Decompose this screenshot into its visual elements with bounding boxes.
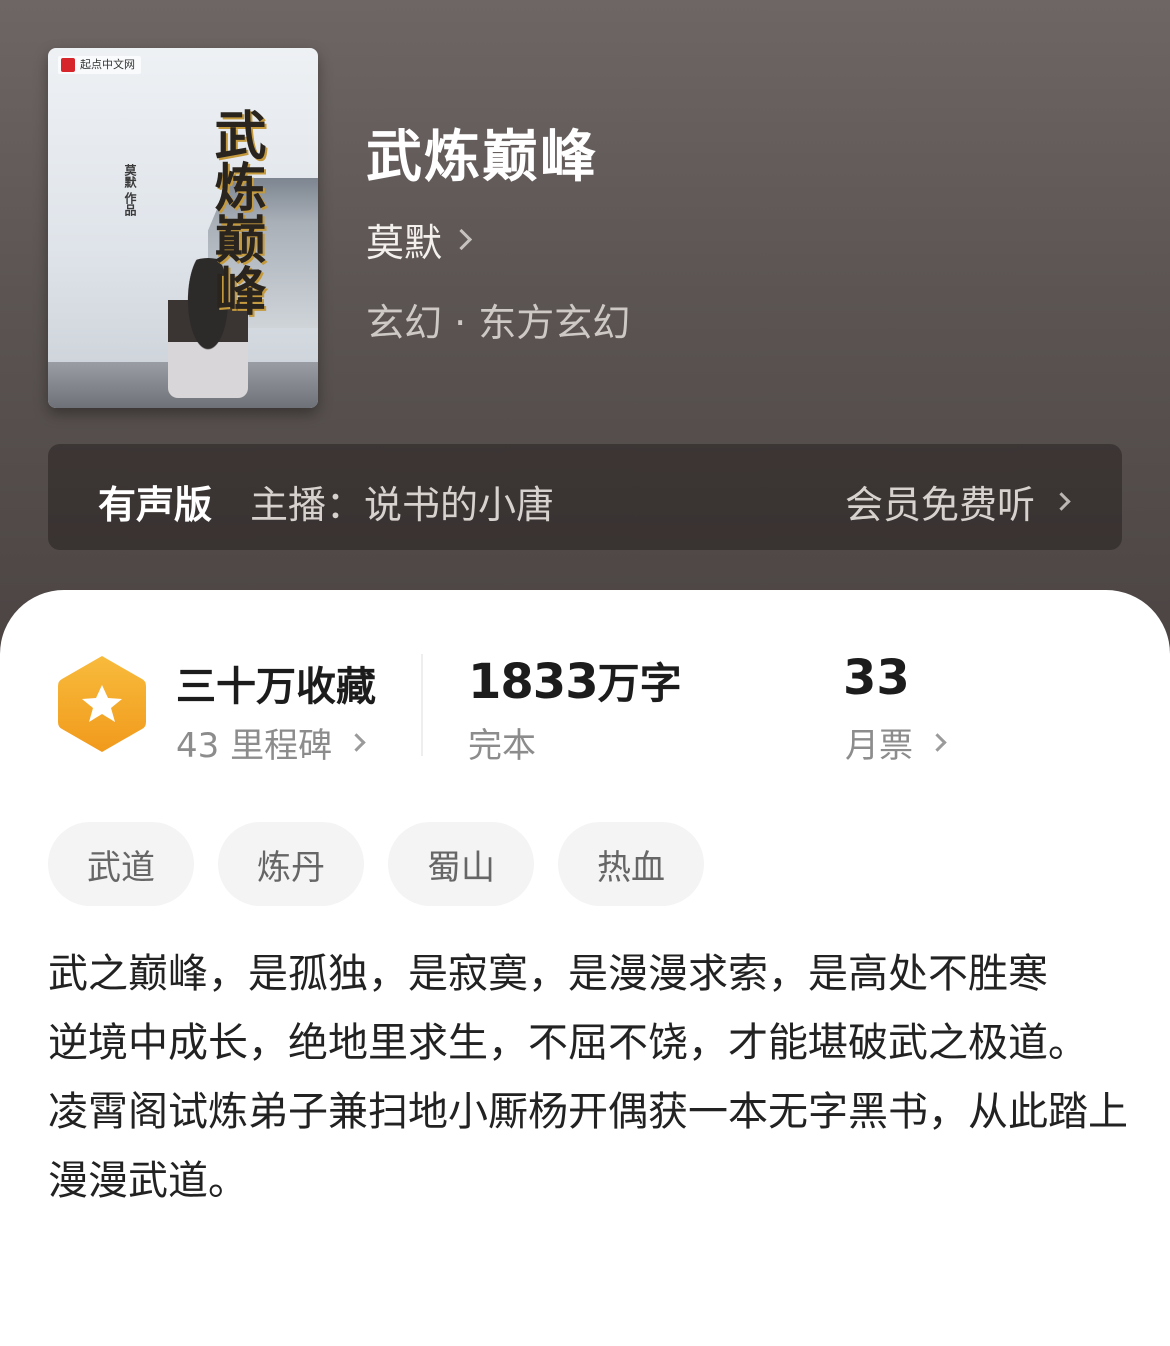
cover-author-text: 莫默 作品 bbox=[123, 164, 137, 217]
cover-title-text: 武炼巅峰 bbox=[205, 108, 266, 316]
book-detail-page: 起点中文网 莫默 作品 武炼巅峰 武炼巅峰 莫默 玄幻 · 东方玄幻 有声版 主… bbox=[0, 0, 1170, 1346]
word-count-value: 1833 bbox=[468, 654, 599, 710]
book-synopsis[interactable]: 武之巅峰，是孤独，是寂寞，是漫漫求索，是高处不胜寒 逆境中成长，绝地里求生，不屈… bbox=[48, 940, 1128, 1216]
completion-status: 完本 bbox=[468, 726, 536, 766]
chevron-right-icon bbox=[928, 733, 947, 752]
author-link[interactable]: 莫默 bbox=[366, 212, 473, 267]
milestone-label: 43 里程碑 bbox=[176, 726, 333, 766]
stat-divider bbox=[421, 654, 423, 756]
word-count-unit: 万字 bbox=[597, 659, 682, 708]
synopsis-paragraph: 武之巅峰，是孤独，是寂寞，是漫漫求索，是高处不胜寒 bbox=[48, 951, 1048, 997]
tag-chip[interactable]: 蜀山 bbox=[388, 822, 534, 906]
tag-chip[interactable]: 武道 bbox=[48, 822, 194, 906]
cover-publisher-logo: 起点中文网 bbox=[58, 56, 141, 74]
audio-host: 主播：说书的小唐 bbox=[250, 483, 555, 527]
synopsis-paragraph: 逆境中成长，绝地里求生，不屈不饶，才能堪破武之极道。 bbox=[48, 1020, 1088, 1066]
word-count: 1833万字 bbox=[468, 650, 682, 711]
author-name: 莫默 bbox=[366, 221, 443, 265]
book-title: 武炼巅峰 bbox=[366, 125, 598, 190]
audio-version-label: 有声版 bbox=[98, 483, 213, 527]
star-badge-icon bbox=[58, 656, 146, 752]
member-free-listen-label: 会员免费听 bbox=[844, 483, 1035, 527]
monthly-ticket-count: 33 bbox=[843, 650, 910, 706]
monthly-ticket-label: 月票 bbox=[845, 726, 913, 766]
member-free-listen-button[interactable]: 会员免费听 bbox=[844, 474, 1071, 529]
synopsis-paragraph: 凌霄阁试炼弟子兼扫地小厮杨开偶获一本无字黑书，从此踏上漫漫武道。 bbox=[48, 1089, 1128, 1204]
collection-count: 三十万收藏 bbox=[176, 664, 376, 710]
tag-chip[interactable]: 热血 bbox=[558, 822, 704, 906]
tag-list: 武道 炼丹 蜀山 热血 bbox=[48, 822, 704, 906]
monthly-ticket-link[interactable]: 月票 bbox=[845, 718, 947, 767]
chevron-right-icon bbox=[347, 733, 366, 752]
book-cover[interactable]: 起点中文网 莫默 作品 武炼巅峰 bbox=[48, 48, 318, 408]
book-genre: 玄幻 · 东方玄幻 bbox=[366, 301, 631, 345]
chevron-right-icon bbox=[1052, 492, 1071, 511]
milestone-link[interactable]: 43 里程碑 bbox=[176, 718, 366, 767]
tag-chip[interactable]: 炼丹 bbox=[218, 822, 364, 906]
audio-version-bar[interactable]: 有声版 主播：说书的小唐 会员免费听 bbox=[48, 444, 1122, 550]
chevron-right-icon bbox=[450, 228, 473, 251]
